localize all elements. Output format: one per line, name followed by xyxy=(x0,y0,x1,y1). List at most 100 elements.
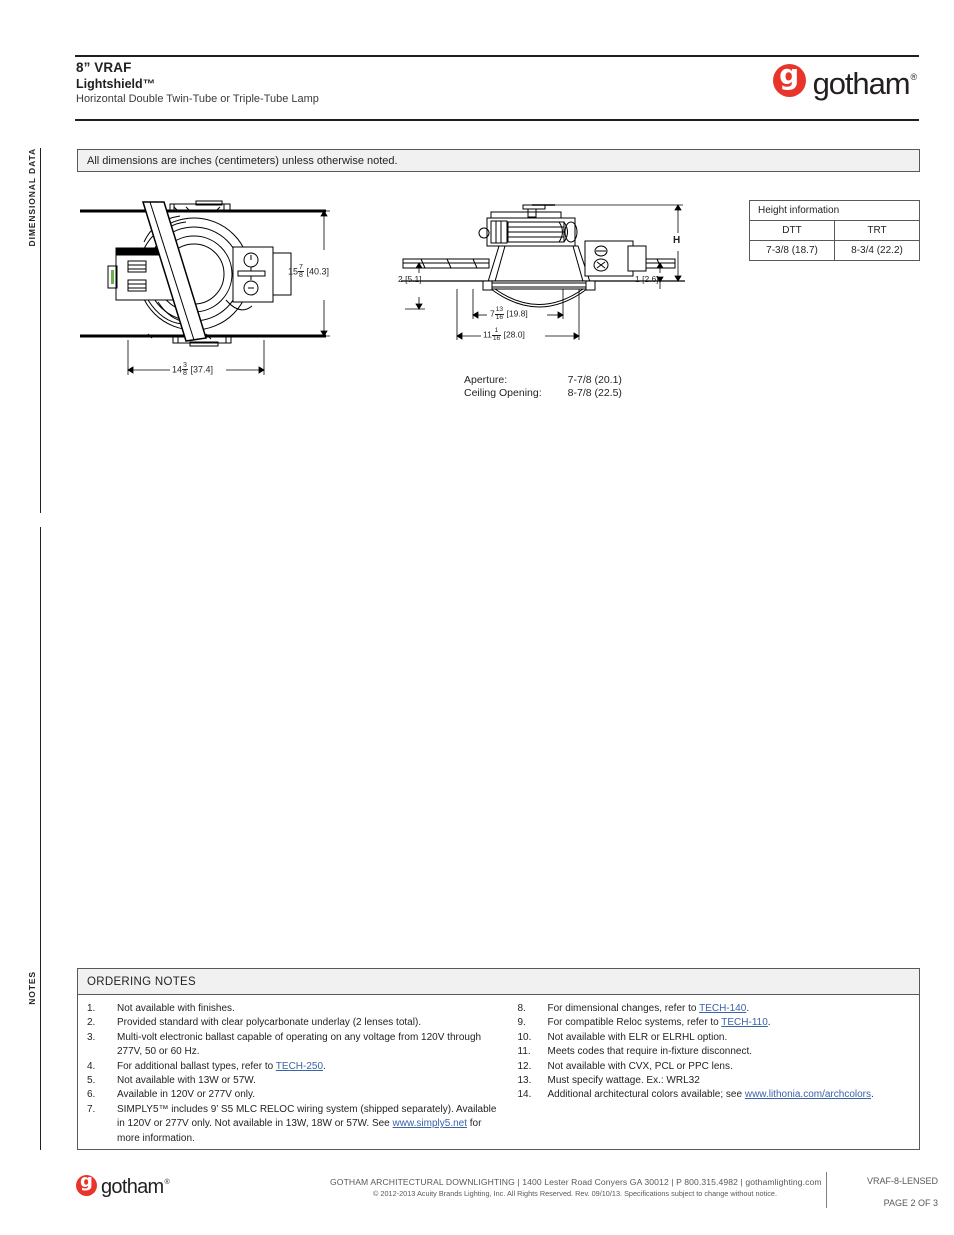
ordering-note-item: 3. Multi-volt electronic ballast capable … xyxy=(87,1031,499,1060)
ordering-note-item: 9. For compatible Reloc systems, refer to… xyxy=(518,1016,920,1030)
aperture-row: Aperture: 7-7/8 (20.1) xyxy=(464,374,622,387)
footer-company-info: GOTHAM ARCHITECTURAL DOWNLIGHTING | 1400… xyxy=(330,1176,822,1199)
ordering-note-item: 12. Not available with CVX, PCL or PPC le… xyxy=(518,1060,920,1074)
footer-divider xyxy=(826,1172,827,1208)
ordering-note-text: For additional ballast types, refer to T… xyxy=(117,1060,326,1072)
page-subtitle: Lightshield™ xyxy=(76,77,156,91)
ordering-note-text: Meets codes that require in-fixture disc… xyxy=(547,1046,753,1058)
plan-width-dimension-label: 14 3 8 [37.4] xyxy=(172,362,213,378)
ordering-note-text: For dimensional changes, refer to TECH-1… xyxy=(547,1003,750,1014)
page-description: Horizontal Double Twin-Tube or Triple-Tu… xyxy=(76,93,319,105)
ordering-note-text: Multi-volt electronic ballast capable of… xyxy=(117,1031,482,1058)
ordering-note-link[interactable]: TECH-140 xyxy=(699,1003,746,1014)
gotham-g-icon: g xyxy=(772,58,806,97)
ordering-note-number: 7. xyxy=(87,1103,96,1115)
ordering-note-number: 10. xyxy=(517,1031,532,1043)
table-row: Height information xyxy=(749,200,920,221)
section-height-symbol-label: H xyxy=(673,235,681,246)
height-table-caption: Height information xyxy=(749,200,920,221)
section-view-drawing: H 2 [5.1] 1 [2.6] 7 13 16 [19.8] 11 1 16 [28… xyxy=(395,193,695,363)
ordering-note-text: For compatible Reloc systems, refer to T… xyxy=(547,1017,771,1029)
aperture-value: 7-7/8 (20.1) xyxy=(567,374,622,386)
section-outer-dimension-label: 11 1 16 [28.0] xyxy=(483,327,525,342)
footer-document-info: VRAF-8-LENSED PAGE 2 OF 3 xyxy=(838,1174,938,1210)
ordering-notes-column-left: 1. Not available with finishes. 2. Provided… xyxy=(78,1002,499,1146)
ordering-note-link[interactable]: www.simply5.net xyxy=(393,1118,467,1129)
ordering-note-link[interactable]: TECH-250 xyxy=(276,1061,323,1072)
ordering-note-number: 9. xyxy=(517,1017,526,1029)
gotham-logo-footer: g gotham® xyxy=(76,1171,170,1198)
ordering-note-item: 2. Provided standard with clear polycarbo… xyxy=(87,1016,499,1030)
ordering-notes-column-right: 8. For dimensional changes, refer to TECH… xyxy=(499,1002,920,1146)
section-right-dimension-label: 1 [2.6] xyxy=(635,274,659,284)
registered-mark-icon: ® xyxy=(164,1179,170,1186)
datasheet-page: 8” VRAF Lightshield™ Horizontal Double T… xyxy=(0,0,954,1235)
ordering-note-text: Provided standard with clear polycarbona… xyxy=(117,1017,422,1029)
ordering-note-item: 7. SIMPLY5™ includes 9’ S5 MLC RELOC wiri… xyxy=(87,1103,499,1146)
ordering-note-item: 6. Available in 120V or 277V only. xyxy=(87,1088,499,1102)
title-block: 8” VRAF Lightshield™ Horizontal Double T… xyxy=(76,60,596,107)
plan-view-svg xyxy=(80,200,330,375)
page-title: 8” VRAF xyxy=(76,60,132,75)
footer-address-line: GOTHAM ARCHITECTURAL DOWNLIGHTING | 1400… xyxy=(330,1177,822,1187)
table-row: 7-3/8 (18.7) 8-3/4 (22.2) xyxy=(749,240,920,261)
ordering-note-text: Available in 120V or 277V only. xyxy=(117,1089,256,1101)
ordering-note-item: 8. For dimensional changes, refer to TECH… xyxy=(518,1002,920,1016)
ordering-note-item: 4. For additional ballast types, refer to… xyxy=(87,1060,499,1074)
fraction: 1 16 xyxy=(491,327,502,342)
section-left-dimension-label: 2 [5.1] xyxy=(398,274,422,284)
ceiling-opening-row: Ceiling Opening: 8-7/8 (22.5) xyxy=(464,387,622,400)
ordering-note-number: 3. xyxy=(87,1031,96,1043)
gotham-g-icon: g xyxy=(76,1171,97,1196)
fraction: 13 16 xyxy=(494,306,505,321)
registered-mark-icon: ® xyxy=(910,72,917,82)
table-row: DTT TRT xyxy=(749,220,920,241)
ordering-note-item: 10. Not available with ELR or ELRHL optio… xyxy=(518,1031,920,1045)
height-table-value-dtt: 7-3/8 (18.7) xyxy=(749,240,835,261)
ordering-note-item: 1. Not available with finishes. xyxy=(87,1002,499,1016)
ordering-note-number: 4. xyxy=(87,1060,96,1072)
ordering-note-number: 12. xyxy=(517,1060,532,1072)
gotham-wordmark: gotham® xyxy=(812,66,917,101)
ordering-note-item: 13. Must specify wattage. Ex.: WRL32 xyxy=(518,1074,920,1088)
ordering-note-number: 14. xyxy=(517,1089,532,1101)
dimensions-notice-banner: All dimensions are inches (centimeters) … xyxy=(77,149,920,172)
dimensions-notice-text: All dimensions are inches (centimeters) … xyxy=(87,154,398,167)
ordering-note-number: 2. xyxy=(87,1017,96,1029)
footer-doc-code: VRAF-8-LENSED xyxy=(866,1176,938,1186)
gotham-logo-header: g gotham® xyxy=(772,58,917,101)
ordering-note-text: Not available with 13W or 57W. xyxy=(117,1075,256,1087)
header-rule-bottom xyxy=(75,119,919,121)
ordering-note-item: 11. Meets codes that require in-fixture d… xyxy=(518,1045,920,1059)
height-table-value-trt: 8-3/4 (22.2) xyxy=(834,240,920,261)
ordering-note-text: Not available with ELR or ELRHL option. xyxy=(547,1031,728,1043)
ceiling-opening-value: 8-7/8 (22.5) xyxy=(567,387,622,399)
header-rule-top xyxy=(75,55,919,57)
sidebar-tab-notes-label: NOTES xyxy=(27,971,37,1005)
sidebar-tab-dimensional-data: DIMENSIONAL DATA xyxy=(24,148,41,513)
aperture-spec-block: Aperture: 7-7/8 (20.1) Ceiling Opening: … xyxy=(464,374,622,400)
aperture-label: Aperture: xyxy=(464,374,508,386)
height-table-col-trt: TRT xyxy=(834,220,920,241)
ordering-note-number: 5. xyxy=(87,1075,96,1087)
plan-height-dimension-label: 15 7 8 [40.3] xyxy=(288,264,329,280)
fraction: 78 xyxy=(298,264,304,280)
height-table-col-dtt: DTT xyxy=(749,220,835,241)
ordering-note-text: Must specify wattage. Ex.: WRL32 xyxy=(547,1075,700,1087)
sidebar-tab-notes: NOTES xyxy=(24,527,41,1150)
gotham-wordmark: gotham® xyxy=(101,1176,170,1198)
sidebar-tab-dimensional-data-label: DIMENSIONAL DATA xyxy=(27,148,37,247)
ordering-note-link[interactable]: TECH-110 xyxy=(721,1017,768,1028)
ordering-note-link[interactable]: www.lithonia.com/archcolors xyxy=(745,1089,871,1100)
ordering-note-text: Additional architectural colors availabl… xyxy=(547,1089,874,1101)
ceiling-opening-label: Ceiling Opening: xyxy=(464,387,542,399)
height-information-table: Height information DTT TRT 7-3/8 (18.7) … xyxy=(749,200,920,261)
ordering-note-number: 6. xyxy=(87,1089,96,1101)
ordering-note-item: 5. Not available with 13W or 57W. xyxy=(87,1074,499,1088)
ordering-notes-box: ORDERING NOTES 1. Not available with fini… xyxy=(77,968,920,1150)
footer-copyright-line: © 2012-2013 Acuity Brands Lighting, Inc.… xyxy=(373,1189,777,1198)
plan-view-drawing: 15 7 8 [40.3] 14 3 8 [37.4] xyxy=(78,190,348,395)
section-inner-dimension-label: 7 13 16 [19.8] xyxy=(490,306,528,321)
fraction: 38 xyxy=(182,362,188,378)
ordering-note-text: Not available with finishes. xyxy=(117,1003,235,1014)
